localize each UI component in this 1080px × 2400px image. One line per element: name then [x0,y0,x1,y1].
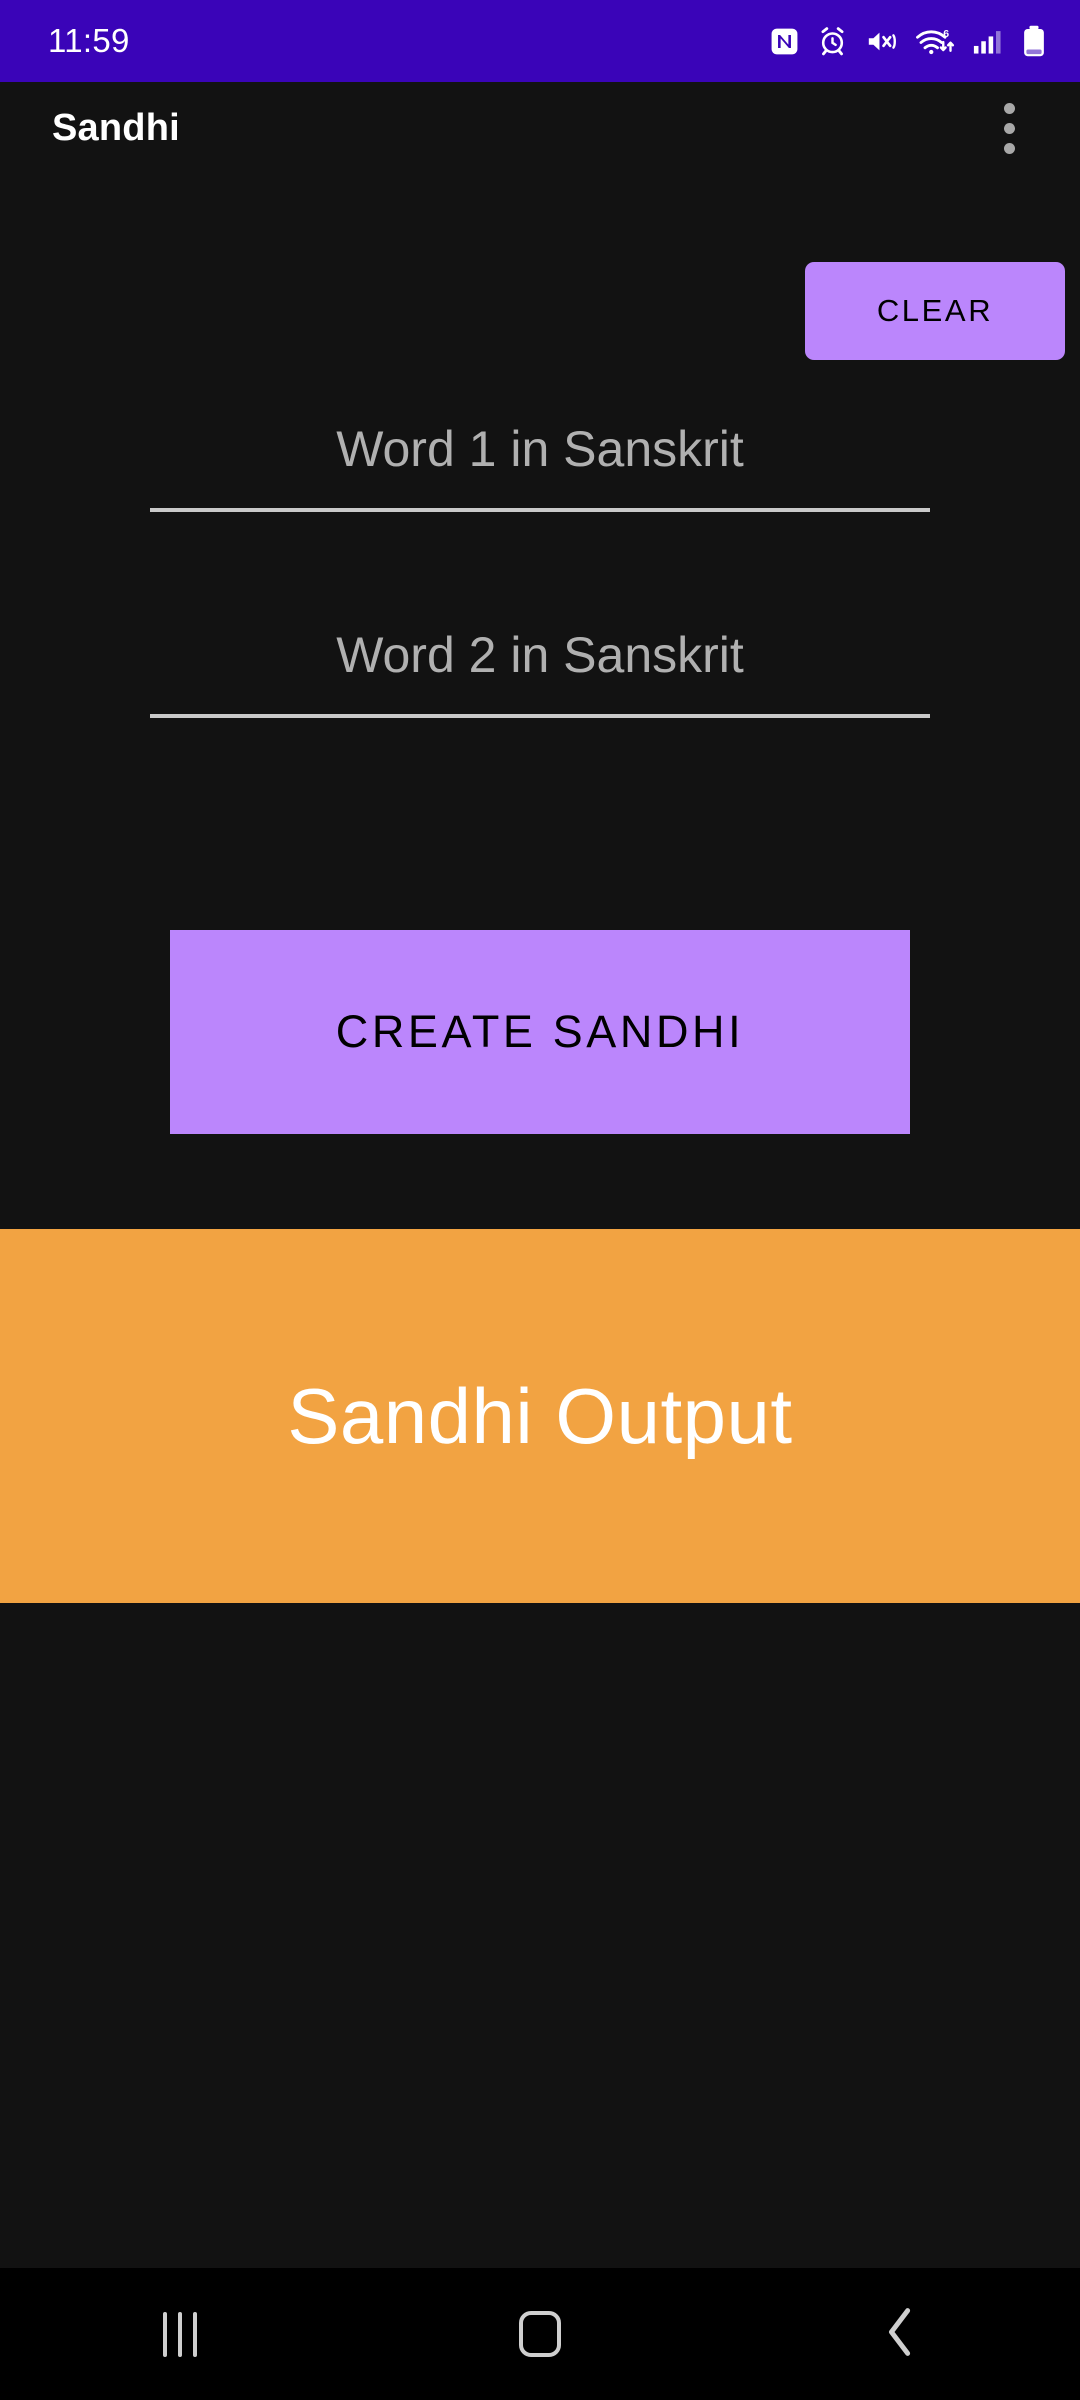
nav-home-button[interactable] [440,2268,640,2400]
status-icon-group: 6 [769,25,1046,57]
mute-vibrate-icon [865,26,898,57]
status-clock: 11:59 [48,22,130,59]
back-icon [880,2306,920,2363]
app-bar: Sandhi [0,82,1080,174]
wifi-6-icon: 6 [915,26,955,57]
overflow-menu-icon[interactable] [974,93,1044,163]
word2-field-wrapper [150,610,930,718]
app-screen: 11:59 6 Sandhi CLEAR Word 1 in Sanskrit … [0,0,1080,2400]
nav-recents-button[interactable] [80,2268,280,2400]
nav-back-button[interactable] [800,2268,1000,2400]
android-nav-bar [0,2268,1080,2400]
clear-button[interactable]: CLEAR [805,262,1065,360]
recents-bar [193,2311,197,2357]
word1-input[interactable] [150,404,930,512]
page-title: Sandhi [52,106,180,149]
sandhi-output-panel: Sandhi Output [0,1229,1080,1603]
status-bar: 11:59 6 [0,0,1080,82]
recents-bar [163,2311,167,2357]
word2-input[interactable] [150,610,930,718]
overflow-dot [1003,102,1015,114]
main-content: CLEAR CREATE SANDHI [0,174,1080,1229]
overflow-dot [1003,142,1015,154]
create-sandhi-button[interactable]: CREATE SANDHI [170,930,910,1134]
alarm-icon [817,26,848,57]
svg-text:6: 6 [943,28,949,40]
overflow-dot [1003,122,1015,134]
home-icon [519,2311,561,2357]
battery-icon [1022,25,1046,57]
sandhi-output-text: Sandhi Output [287,1371,793,1460]
empty-area [0,1603,1080,2268]
recents-icon [163,2311,197,2357]
recents-bar [178,2311,182,2357]
word1-field-wrapper [150,404,930,512]
nfc-icon [769,26,800,57]
cellular-signal-icon [972,26,1005,57]
